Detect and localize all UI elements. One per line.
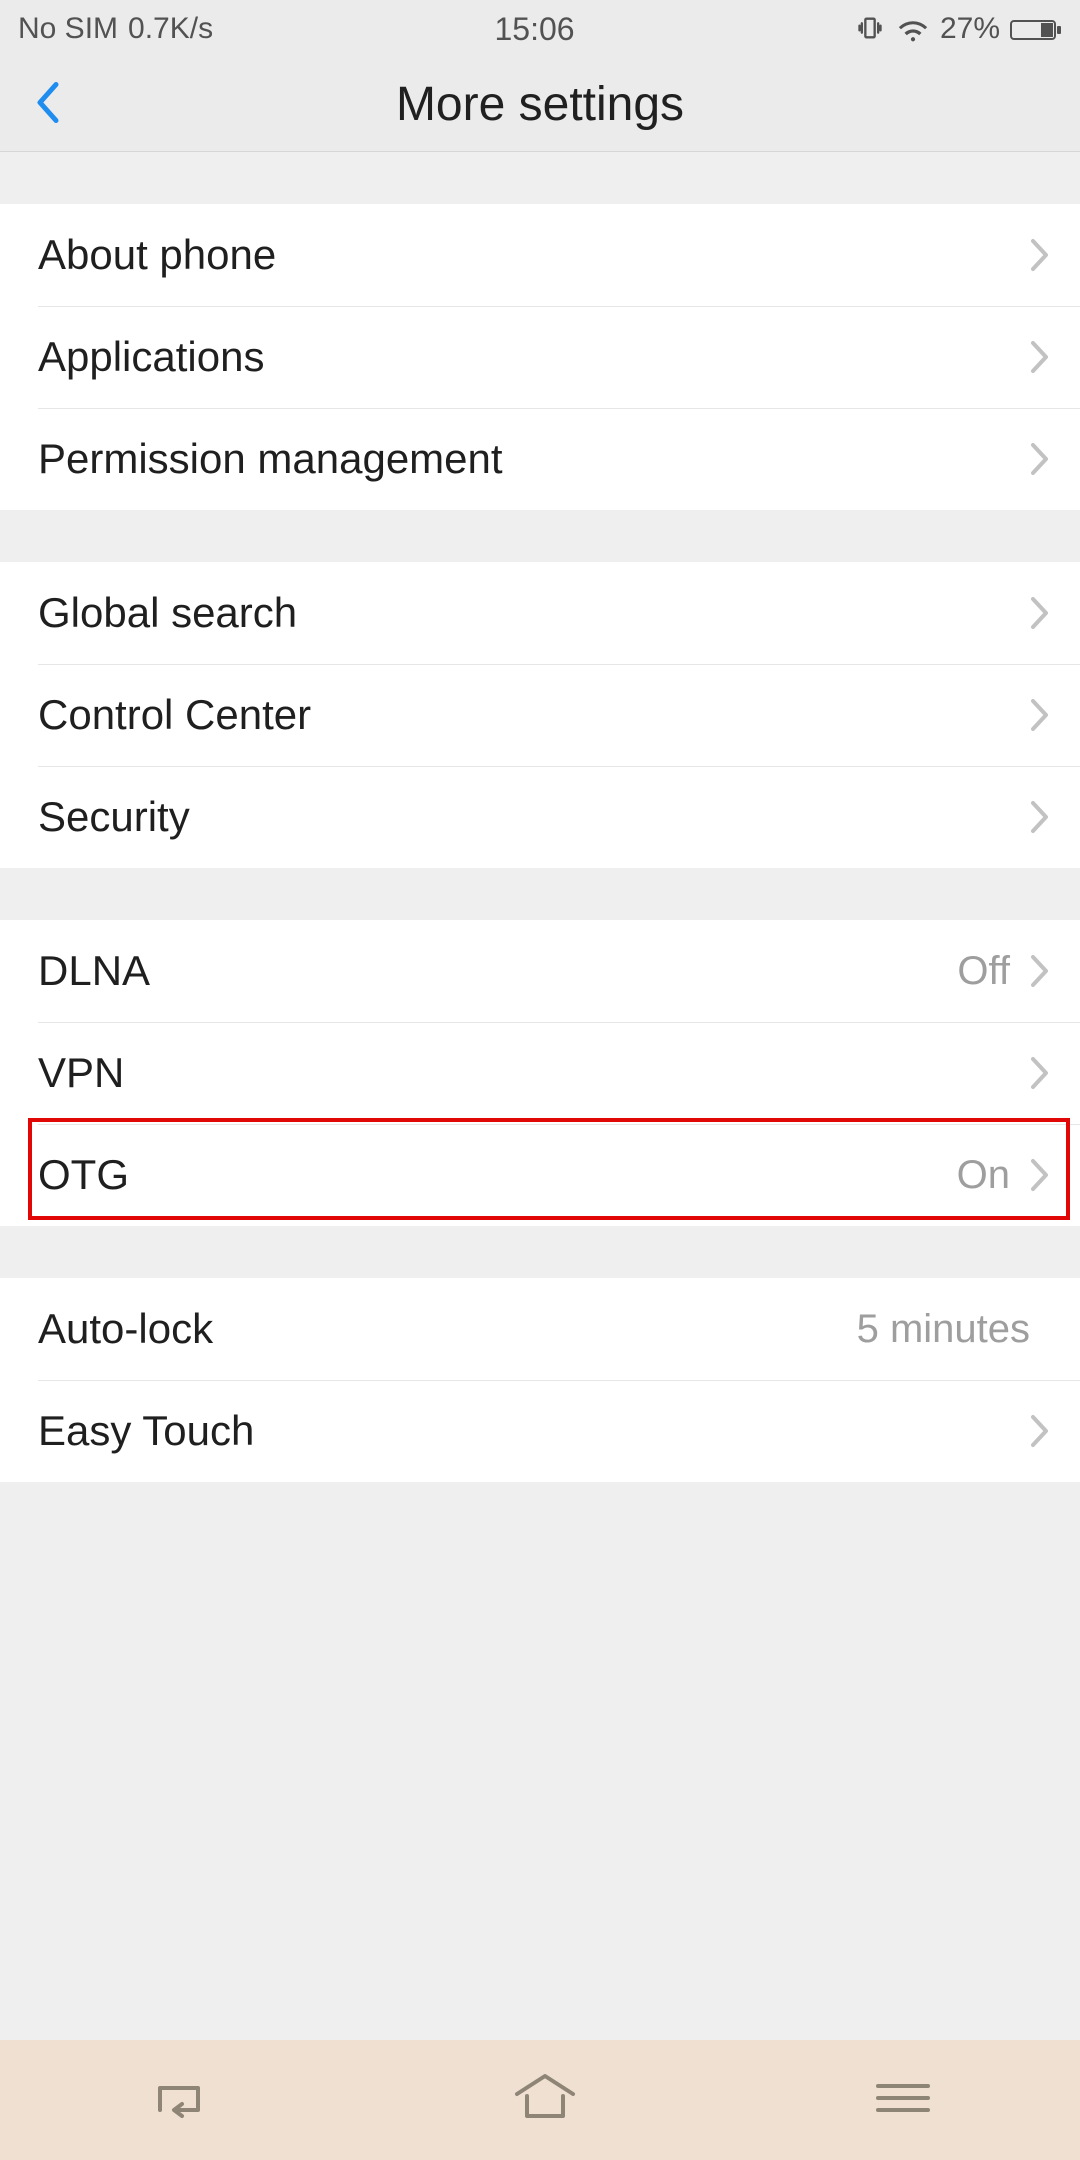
- chevron-right-icon: [1030, 1158, 1050, 1192]
- row-label: About phone: [38, 231, 1030, 279]
- row-vpn[interactable]: VPN: [0, 1022, 1080, 1124]
- chevron-right-icon: [1030, 954, 1050, 988]
- system-navbar: [0, 2040, 1080, 2160]
- row-applications[interactable]: Applications: [0, 306, 1080, 408]
- row-auto-lock[interactable]: Auto-lock 5 minutes: [0, 1278, 1080, 1380]
- row-label: DLNA: [38, 947, 957, 995]
- row-value: 5 minutes: [857, 1307, 1030, 1352]
- chevron-right-icon: [1030, 1056, 1050, 1090]
- row-otg[interactable]: OTG On: [0, 1124, 1080, 1226]
- settings-group-2: Global search Control Center Security: [0, 562, 1080, 868]
- row-label: Auto-lock: [38, 1305, 857, 1353]
- row-label: Global search: [38, 589, 1030, 637]
- row-about-phone[interactable]: About phone: [0, 204, 1080, 306]
- settings-group-4: Auto-lock 5 minutes Easy Touch: [0, 1278, 1080, 1482]
- row-global-search[interactable]: Global search: [0, 562, 1080, 664]
- nav-back-button[interactable]: [146, 2074, 218, 2127]
- battery-percent: 27%: [940, 12, 1000, 46]
- statusbar: No SIM 0.7K/s 15:06 27%: [0, 0, 1080, 58]
- section-gap: [0, 152, 1080, 204]
- chevron-right-icon: [1030, 340, 1050, 374]
- chevron-right-icon: [1030, 698, 1050, 732]
- back-button[interactable]: [34, 80, 60, 129]
- navbar-header: More settings: [0, 58, 1080, 152]
- section-gap: [0, 1226, 1080, 1278]
- row-security[interactable]: Security: [0, 766, 1080, 868]
- network-speed: 0.7K/s: [128, 12, 213, 46]
- row-label: Easy Touch: [38, 1407, 1030, 1455]
- chevron-right-icon: [1030, 596, 1050, 630]
- chevron-right-icon: [1030, 1414, 1050, 1448]
- row-label: OTG: [38, 1151, 957, 1199]
- section-gap: [0, 510, 1080, 562]
- row-label: Permission management: [38, 435, 1030, 483]
- row-permission-management[interactable]: Permission management: [0, 408, 1080, 510]
- page-title: More settings: [0, 77, 1080, 132]
- sim-status: No SIM: [18, 12, 118, 46]
- row-label: Control Center: [38, 691, 1030, 739]
- row-label: VPN: [38, 1049, 1030, 1097]
- chevron-right-icon: [1030, 442, 1050, 476]
- row-control-center[interactable]: Control Center: [0, 664, 1080, 766]
- chevron-left-icon: [34, 80, 60, 124]
- row-label: Security: [38, 793, 1030, 841]
- nav-recents-button[interactable]: [872, 2078, 934, 2123]
- clock: 15:06: [494, 11, 574, 48]
- nav-home-button[interactable]: [509, 2072, 581, 2129]
- battery-icon: [1010, 12, 1062, 46]
- settings-group-1: About phone Applications Permission mana…: [0, 204, 1080, 510]
- vibrate-icon: [856, 14, 886, 44]
- row-easy-touch[interactable]: Easy Touch: [0, 1380, 1080, 1482]
- row-value: Off: [957, 949, 1010, 994]
- chevron-right-icon: [1030, 800, 1050, 834]
- settings-group-3: DLNA Off VPN OTG On: [0, 920, 1080, 1226]
- row-label: Applications: [38, 333, 1030, 381]
- section-gap: [0, 868, 1080, 920]
- wifi-icon: [896, 12, 930, 46]
- chevron-right-icon: [1030, 238, 1050, 272]
- row-value: On: [957, 1153, 1010, 1198]
- row-dlna[interactable]: DLNA Off: [0, 920, 1080, 1022]
